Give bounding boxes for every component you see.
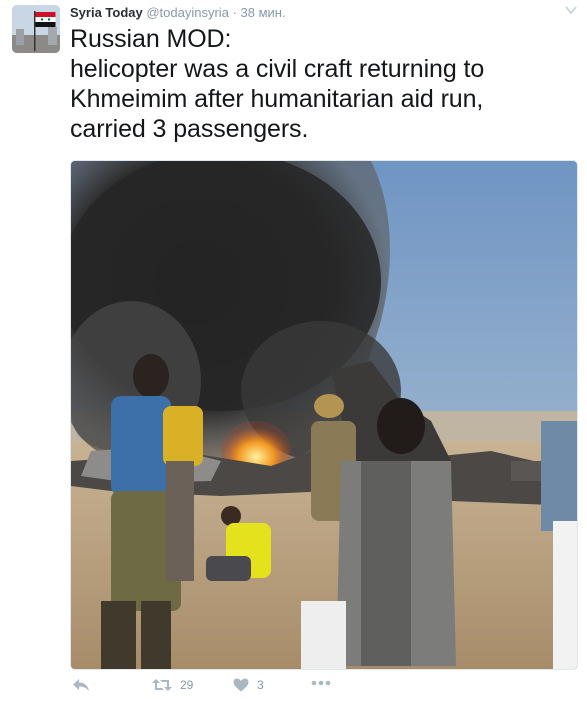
tweet-text-line: Khmeimim after humanitarian aid run, <box>70 85 484 113</box>
more-button[interactable] <box>311 680 331 686</box>
syria-flag-avatar-icon <box>12 5 60 53</box>
like-button[interactable]: 3 <box>233 678 264 692</box>
display-name[interactable]: Syria Today <box>70 5 143 20</box>
like-count: 3 <box>257 678 264 692</box>
helicopter-crash-photo <box>71 161 577 669</box>
tweet-text-line: helicopter was a civil craft returning t… <box>70 55 485 83</box>
heart-icon <box>233 678 249 692</box>
tweet-actions: 29 3 <box>70 678 570 700</box>
tweet-text-line: Russian MOD: <box>70 25 232 53</box>
tweet-photo[interactable] <box>70 160 578 670</box>
retweet-button[interactable]: 29 <box>152 678 193 692</box>
more-icon <box>311 680 331 686</box>
avatar[interactable] <box>12 5 60 53</box>
tweet-text: Russian MOD: helicopter was a civil craf… <box>70 24 570 144</box>
tweet-timestamp[interactable]: 38 мин. <box>241 5 286 20</box>
reply-button[interactable] <box>72 678 90 692</box>
tweet-text-line: carried 3 passengers. <box>70 115 309 143</box>
reply-icon <box>73 679 89 691</box>
user-handle[interactable]: @todayinsyria <box>146 5 229 20</box>
retweet-count: 29 <box>180 678 194 692</box>
chevron-down-icon[interactable] <box>565 4 577 18</box>
meta-separator: · <box>232 5 237 20</box>
tweet-header: Syria Today @todayinsyria · 38 мин. <box>70 4 286 22</box>
retweet-icon <box>152 679 172 691</box>
